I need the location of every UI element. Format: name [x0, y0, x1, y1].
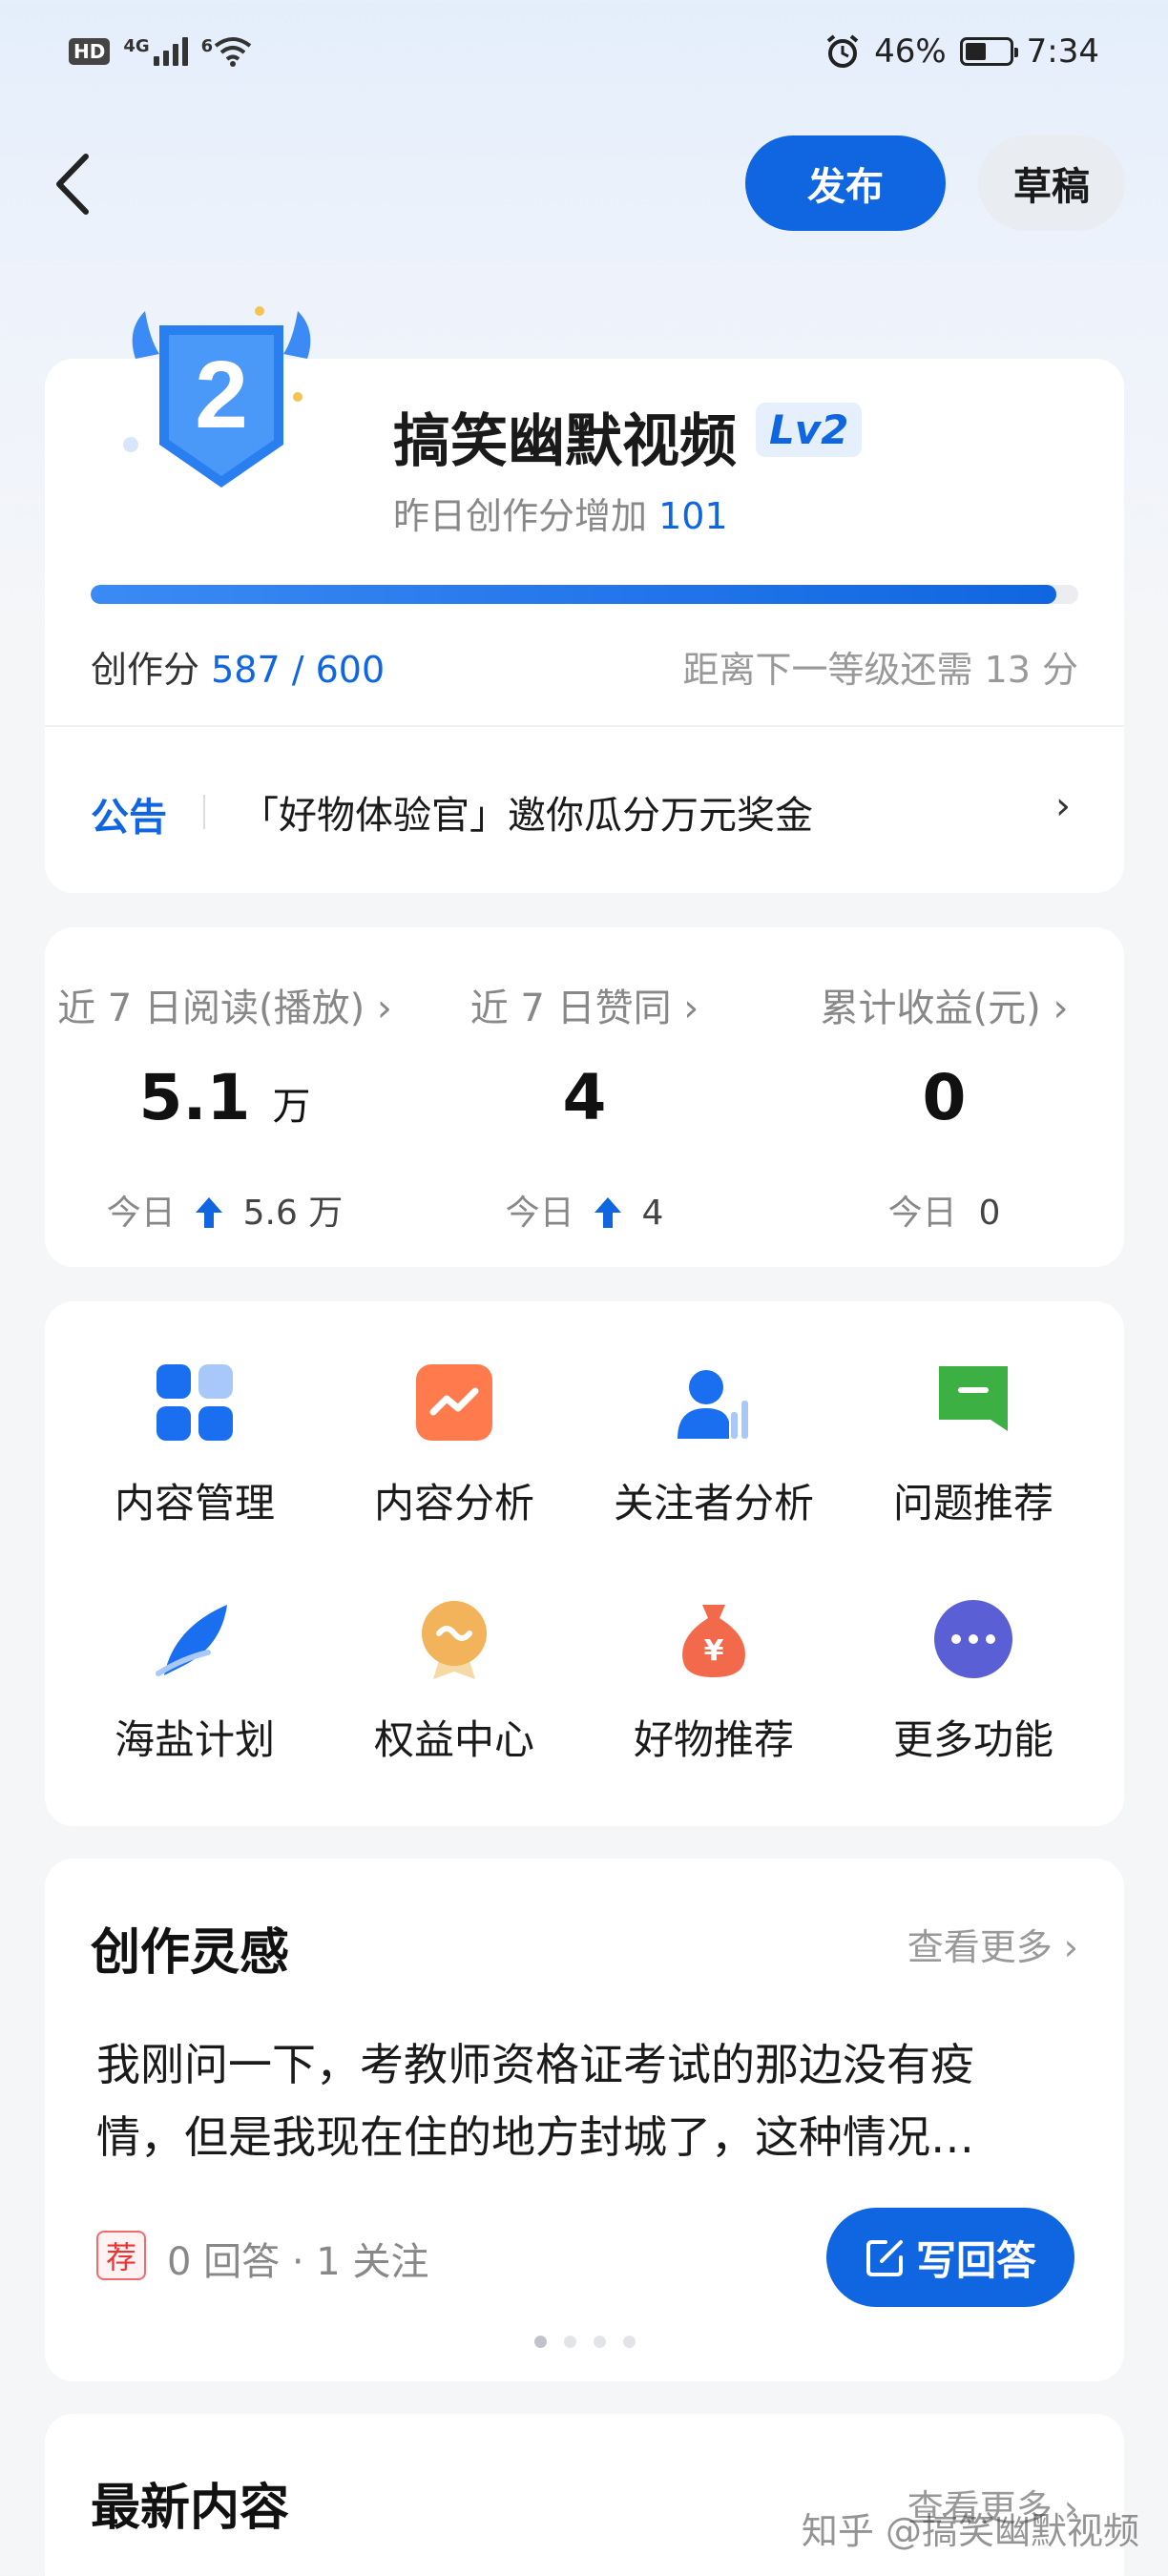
- stat-earnings[interactable]: 累计收益(元) › 0 今日 0: [764, 927, 1124, 1267]
- score-value: 587 / 600: [211, 649, 386, 691]
- func-follower-analysis[interactable]: 关注者分析: [590, 1362, 838, 1553]
- alarm-icon: [826, 34, 859, 68]
- func-label: 好物推荐: [633, 1716, 794, 1763]
- yesterday-score: 昨日创作分增加 101: [393, 487, 728, 539]
- arrow-up-icon: [594, 1197, 622, 1228]
- stat-label: 近 7 日阅读(播放) ›: [57, 987, 392, 1030]
- creator-level-card: 2 搞笑幽默视频 Lv2 昨日创作分增加 101 创作分 587 / 600 距…: [45, 306, 1124, 893]
- func-label: 问题推荐: [892, 1480, 1053, 1527]
- func-sea-salt-plan[interactable]: 海盐计划: [71, 1599, 319, 1790]
- func-label: 海盐计划: [114, 1716, 275, 1763]
- inspiration-more-link[interactable]: 查看更多 ›: [907, 1918, 1078, 1970]
- wifi-icon: [214, 37, 252, 67]
- write-answer-label: 写回答: [915, 2236, 1036, 2284]
- score-label: 创作分: [91, 649, 200, 691]
- publish-button[interactable]: 发布: [745, 135, 946, 231]
- stat-today: 今日 0: [887, 1194, 1001, 1233]
- stat-value: 0: [922, 1061, 967, 1134]
- creation-score: 创作分 587 / 600: [91, 640, 385, 693]
- func-content-management[interactable]: 内容管理: [71, 1362, 319, 1553]
- money-bag-icon: ¥: [682, 1605, 745, 1677]
- next-level-hint: 距离下一等级还需 13 分: [682, 649, 1078, 691]
- function-grid-card: 内容管理 内容分析 关注者分析 问题推荐 海盐计划 权益中心 ¥ 好物推荐 更多…: [45, 1301, 1124, 1826]
- edit-icon: [866, 2240, 903, 2276]
- recommend-tag: 荐: [96, 2231, 146, 2280]
- func-benefits-center[interactable]: 权益中心: [330, 1599, 578, 1790]
- feather-icon: [156, 1605, 227, 1676]
- back-button[interactable]: [50, 151, 97, 218]
- func-label: 更多功能: [892, 1716, 1053, 1763]
- notice-tag: 公告: [91, 796, 167, 840]
- battery-icon: [959, 37, 1018, 66]
- status-left: HD 4G 6: [69, 36, 253, 67]
- level-tag: Lv2: [756, 403, 863, 457]
- stat-label: 近 7 日赞同 ›: [469, 987, 699, 1030]
- arrow-up-icon: [196, 1197, 223, 1228]
- carousel-dot: [593, 2336, 606, 2348]
- clock: 7:34: [1026, 32, 1099, 71]
- func-question-recommend[interactable]: 问题推荐: [849, 1362, 1097, 1553]
- stat-today: 今日 5.6 万: [106, 1194, 344, 1233]
- carousel-dot: [533, 2336, 547, 2348]
- wifi-badge: 6: [200, 36, 214, 56]
- carousel-dot: [622, 2336, 636, 2348]
- watermark: 知乎 @搞笑幽默视频: [801, 2510, 1139, 2552]
- medal-icon: [422, 1601, 487, 1679]
- level-progress-fill: [91, 585, 1057, 604]
- func-label: 内容分析: [373, 1480, 534, 1527]
- grid-icon: [156, 1364, 233, 1441]
- creator-name: 搞笑幽默视频: [393, 408, 737, 475]
- func-label: 内容管理: [114, 1480, 275, 1527]
- divider: [45, 725, 1124, 727]
- stats-card: 近 7 日阅读(播放) › 5.1 万 今日 5.6 万 近 7 日赞同 › 4…: [45, 927, 1124, 1267]
- more-dots-icon: [934, 1600, 1012, 1678]
- func-goods-recommend[interactable]: ¥ 好物推荐: [590, 1599, 838, 1790]
- draft-button[interactable]: 草稿: [978, 135, 1125, 231]
- trend-chart-icon: [416, 1364, 492, 1441]
- level-progress-bar: [91, 585, 1078, 604]
- inspiration-card: 创作灵感 查看更多 › 我刚问一下，考教师资格证考试的那边没有疫 情，但是我现在…: [45, 1859, 1124, 2381]
- stat-value: 5.1 万: [138, 1061, 311, 1134]
- chevron-right-icon: ›: [1055, 784, 1071, 828]
- yesterday-value: 101: [658, 495, 728, 537]
- latest-title: 最新内容: [91, 2480, 290, 2537]
- notice-text[interactable]: 「好物体验官」邀你瓜分万元奖金: [240, 784, 813, 840]
- inspiration-title: 创作灵感: [91, 1924, 290, 1982]
- yesterday-label: 昨日创作分增加: [393, 495, 648, 537]
- stat-today: 今日 4: [505, 1194, 664, 1233]
- carousel-dots: [45, 2336, 1124, 2348]
- func-more-features[interactable]: 更多功能: [849, 1599, 1097, 1790]
- inspiration-question[interactable]: 我刚问一下，考教师资格证考试的那边没有疫 情，但是我现在住的地方封城了，这种情况…: [96, 2028, 1070, 2173]
- signal-icon: [153, 37, 188, 66]
- hd-indicator: HD: [69, 38, 111, 65]
- user-chart-icon: [678, 1370, 748, 1439]
- network-type: 4G: [123, 36, 150, 56]
- carousel-dot: [563, 2336, 576, 2348]
- svg-text:¥: ¥: [704, 1634, 724, 1668]
- status-bar: HD 4G 6 46% 7:34: [0, 0, 1168, 114]
- status-right: 46% 7:34: [824, 32, 1099, 71]
- stat-label: 累计收益(元) ›: [820, 987, 1069, 1030]
- question-line: 我刚问一下，考教师资格证考试的那边没有疫: [96, 2039, 974, 2090]
- question-meta: 0 回答 · 1 关注: [167, 2240, 429, 2284]
- badge-number: 2: [195, 342, 248, 448]
- level-badge-icon: 2: [123, 306, 311, 488]
- notice-separator: [203, 795, 205, 829]
- func-label: 关注者分析: [613, 1480, 814, 1527]
- write-answer-button[interactable]: 写回答: [826, 2208, 1074, 2307]
- stat-reads[interactable]: 近 7 日阅读(播放) › 5.1 万 今日 5.6 万: [45, 927, 405, 1267]
- func-content-analysis[interactable]: 内容分析: [330, 1362, 578, 1553]
- stat-likes[interactable]: 近 7 日赞同 › 4 今日 4: [405, 927, 764, 1267]
- battery-percent: 46%: [874, 32, 947, 71]
- stat-value: 4: [562, 1061, 607, 1134]
- question-flag-icon: [939, 1366, 1008, 1431]
- func-label: 权益中心: [373, 1716, 534, 1763]
- chevron-left-icon: [56, 154, 89, 215]
- question-line: 情，但是我现在住的地方封城了，这种情况…: [96, 2111, 974, 2163]
